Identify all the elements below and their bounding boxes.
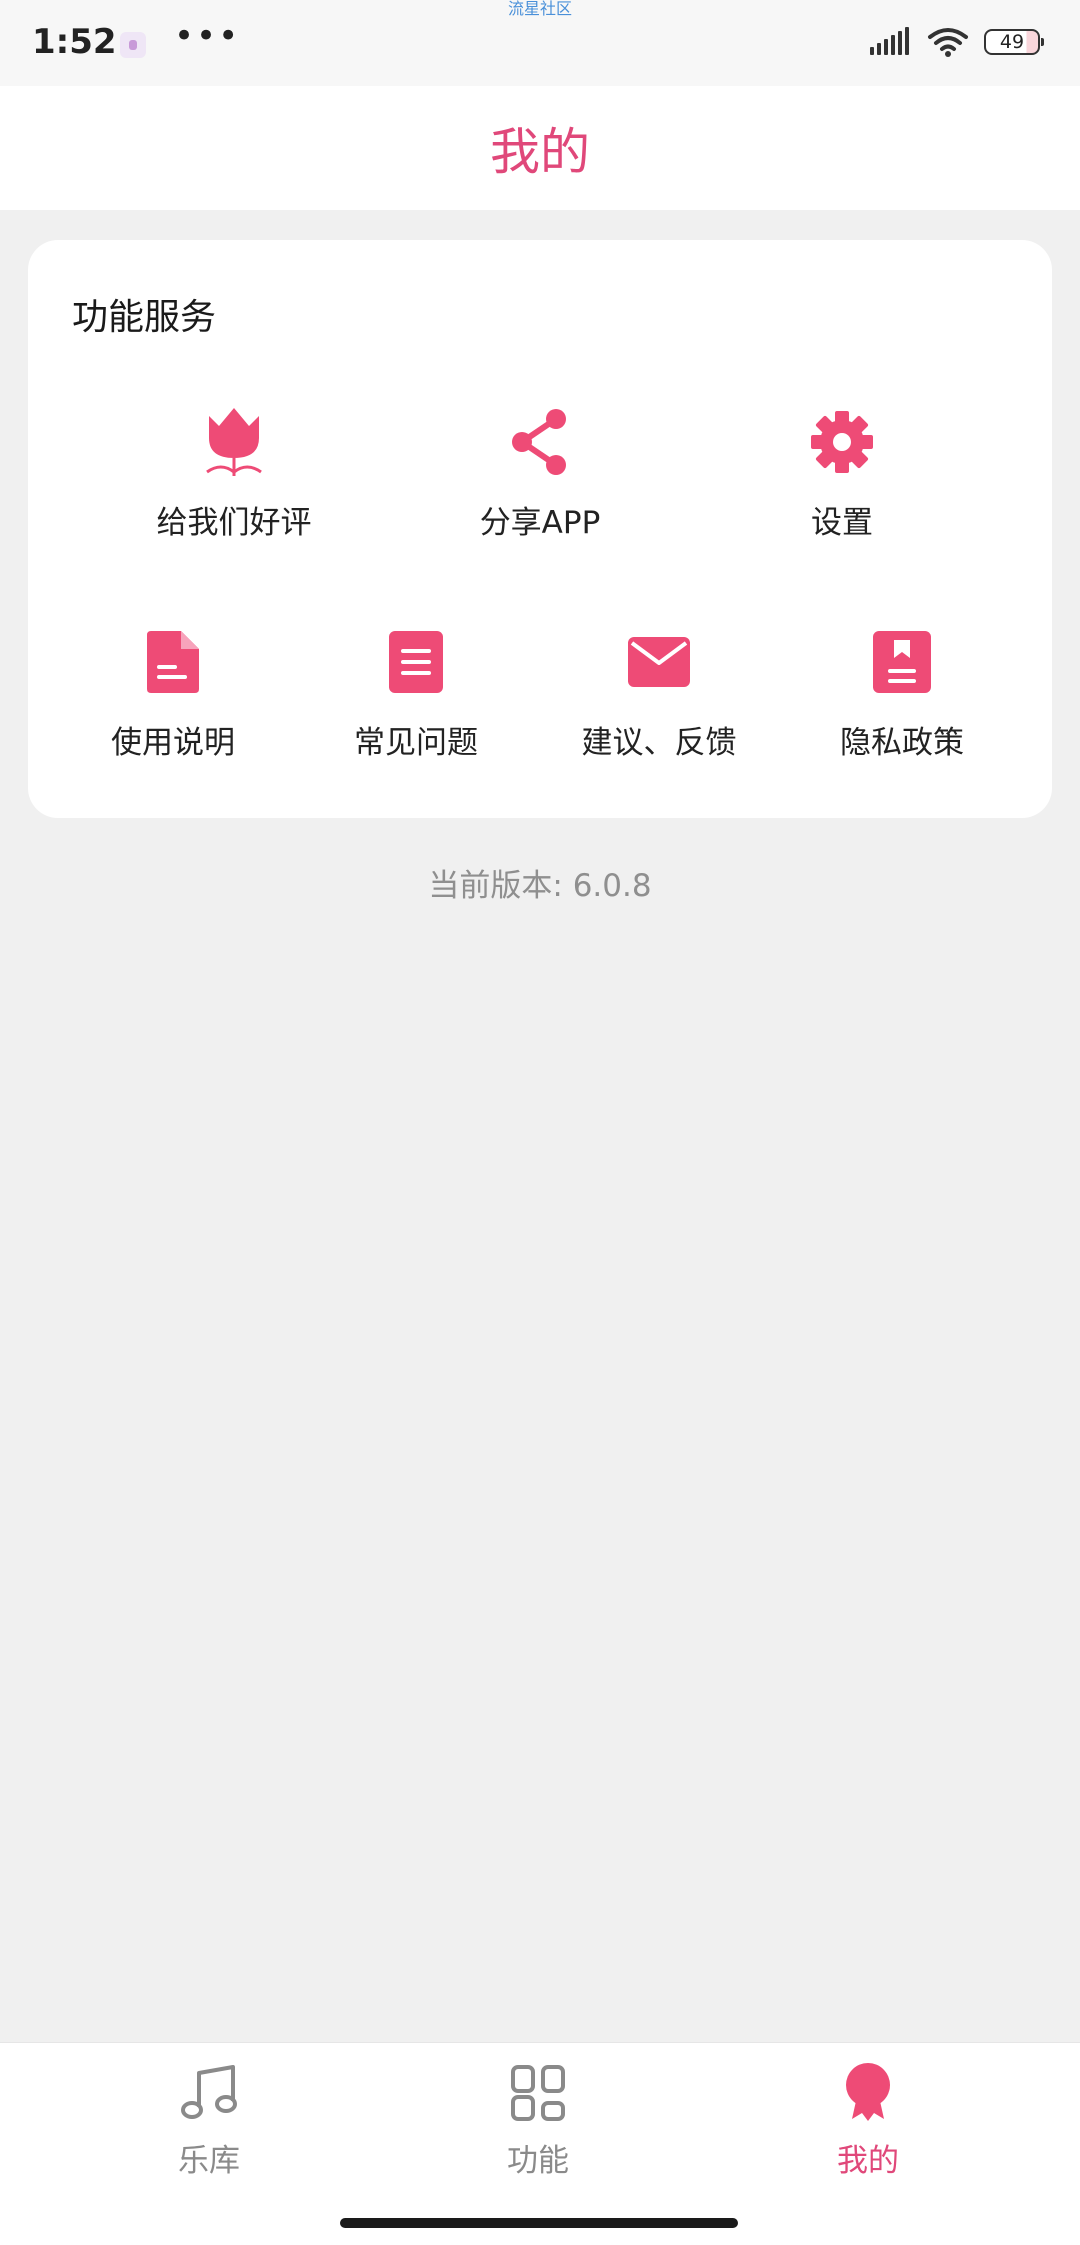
wifi-icon <box>928 28 968 57</box>
tab-music-library[interactable]: 乐库 <box>109 2061 309 2180</box>
status-bar: 流星社区 1:52 ••• 49 <box>0 0 1080 86</box>
settings-label: 设置 <box>811 505 873 541</box>
bottom-tab-bar: 乐库 功能 我的 <box>0 2042 1080 2245</box>
settings-button[interactable]: 设置 <box>722 405 962 542</box>
tab-mine-label: 我的 <box>837 2143 899 2179</box>
more-notifications-icon: ••• <box>174 16 241 56</box>
document-icon <box>147 631 199 693</box>
list-document-icon <box>389 631 443 693</box>
status-time: 1:52 <box>32 22 117 62</box>
rate-us-label: 给我们好评 <box>156 505 312 541</box>
usage-guide-button[interactable]: 使用说明 <box>53 625 293 762</box>
version-label: 当前版本: <box>428 868 563 904</box>
tulip-icon <box>206 408 262 476</box>
battery-indicator: 49 <box>984 29 1044 55</box>
tab-features-label: 功能 <box>507 2143 569 2179</box>
gear-icon <box>811 411 873 473</box>
page-title: 我的 <box>490 123 590 181</box>
privacy-policy-label: 隐私政策 <box>840 725 964 761</box>
share-app-button[interactable]: 分享APP <box>420 405 660 542</box>
card-title: 功能服务 <box>72 297 217 338</box>
carrier-text: 流星社区 <box>507 0 572 18</box>
home-indicator[interactable] <box>340 2218 738 2228</box>
privacy-policy-button[interactable]: 隐私政策 <box>782 625 1022 762</box>
services-card: 功能服务 给我们好评 分享APP 设置 使用说明 常见问题 建议、反馈 隐私政策 <box>28 240 1052 818</box>
tab-mine[interactable]: 我的 <box>768 2061 968 2180</box>
status-icons: 49 <box>870 26 1044 58</box>
mail-icon <box>628 637 690 687</box>
grid-icon <box>511 2065 565 2121</box>
notification-app-icon <box>120 32 146 58</box>
signal-icon <box>870 27 909 55</box>
privacy-book-icon <box>873 631 931 693</box>
version-value: 6.0.8 <box>572 868 652 904</box>
ribbon-badge-icon <box>846 2063 890 2121</box>
tab-features[interactable]: 功能 <box>438 2061 638 2180</box>
rate-us-button[interactable]: 给我们好评 <box>114 405 354 542</box>
feedback-label: 建议、反馈 <box>581 725 737 761</box>
music-note-icon <box>181 2065 237 2119</box>
share-app-label: 分享APP <box>479 505 601 541</box>
share-icon <box>512 409 566 475</box>
page-header: 我的 <box>0 86 1080 210</box>
faq-label: 常见问题 <box>354 725 478 761</box>
feedback-button[interactable]: 建议、反馈 <box>539 625 779 762</box>
tab-music-library-label: 乐库 <box>178 2143 240 2179</box>
usage-guide-label: 使用说明 <box>111 725 235 761</box>
faq-button[interactable]: 常见问题 <box>296 625 536 762</box>
app-version: 当前版本: 6.0.8 <box>0 860 1080 905</box>
